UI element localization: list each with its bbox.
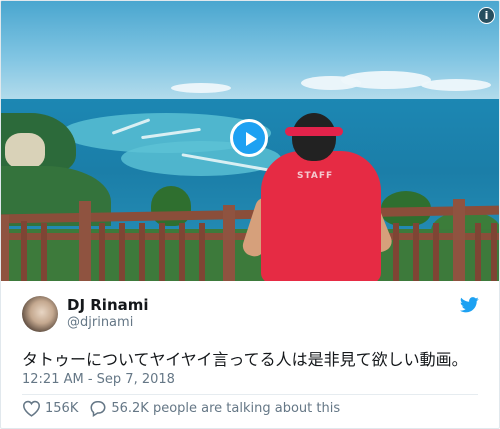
info-icon: i [484,9,489,22]
like-count: 156K [45,400,79,416]
baluster [41,223,47,281]
info-button[interactable]: i [478,7,495,24]
twitter-bird-icon[interactable] [460,297,479,313]
cloud [421,79,491,91]
baluster [21,221,27,281]
author-avatar[interactable] [22,296,58,332]
like-button[interactable]: 156K [22,400,78,417]
baluster [475,223,481,281]
author-handle[interactable]: @djrinami [67,315,133,330]
author-name[interactable]: DJ Rinami [67,296,149,314]
play-icon [246,132,257,146]
heart-icon [22,400,41,417]
railing-post [223,205,235,281]
baluster [199,223,205,281]
shirt-staff-text: STAFF [297,171,334,181]
baluster [179,223,185,281]
baluster [139,223,145,281]
railing-post [1,215,9,281]
person-visor [285,127,343,136]
tweet-actions: 156K 56.2K people are talking about this [22,398,340,418]
baluster [99,223,105,281]
tweet-timestamp[interactable]: 12:21 AM - Sep 7, 2018 [22,372,175,387]
baluster [433,223,439,281]
video-thumbnail[interactable]: STAFF i [1,1,499,281]
conversation-count: 56.2K people are talking about this [111,400,341,416]
baluster [413,223,419,281]
conversation-button[interactable]: 56.2K people are talking about this [89,400,340,417]
baluster [119,223,125,281]
play-button[interactable] [230,119,268,157]
baluster [491,223,497,281]
reply-bubble-icon [90,400,106,417]
beach [5,133,45,169]
cloud [171,83,231,93]
cloud [341,71,431,89]
tweet-text: タトゥーについてヤイヤイ言ってる人は是非見て欲しい動画。 [22,350,468,369]
baluster [159,223,165,281]
embedded-tweet-card: STAFF i DJ Rinami @djrinami タトゥーについてヤイヤイ… [0,0,500,429]
divider [22,394,478,395]
railing-post [453,199,465,281]
railing-post [79,201,91,281]
baluster [393,223,399,281]
person-head [292,113,336,161]
